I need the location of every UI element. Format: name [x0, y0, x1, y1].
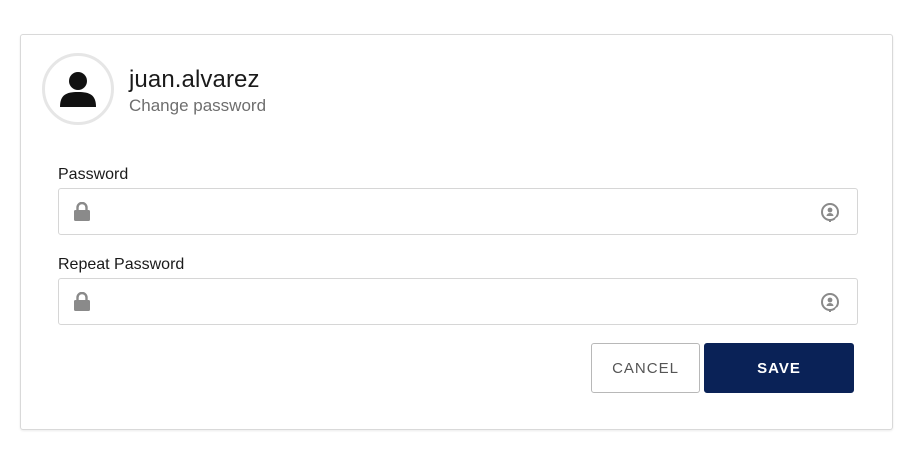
password-input[interactable] [103, 189, 803, 234]
repeat-password-label: Repeat Password [58, 256, 185, 273]
lock-icon [74, 202, 90, 221]
username: juan.alvarez [129, 66, 260, 93]
repeat-password-field-container [58, 278, 858, 325]
user-icon [60, 72, 96, 107]
save-button[interactable]: SAVE [704, 343, 854, 393]
user-header: juan.alvarez Change password [129, 65, 266, 117]
password-field-container [58, 188, 858, 235]
toggle-visibility-icon[interactable] [819, 291, 841, 313]
lock-icon [74, 292, 90, 311]
page-subtitle: Change password [129, 96, 267, 115]
cancel-button[interactable]: CANCEL [591, 343, 700, 393]
password-label: Password [58, 166, 129, 183]
repeat-password-input[interactable] [103, 279, 803, 324]
toggle-visibility-icon[interactable] [819, 201, 841, 223]
avatar [42, 53, 114, 125]
change-password-card: juan.alvarez Change password Password Re… [20, 34, 893, 430]
